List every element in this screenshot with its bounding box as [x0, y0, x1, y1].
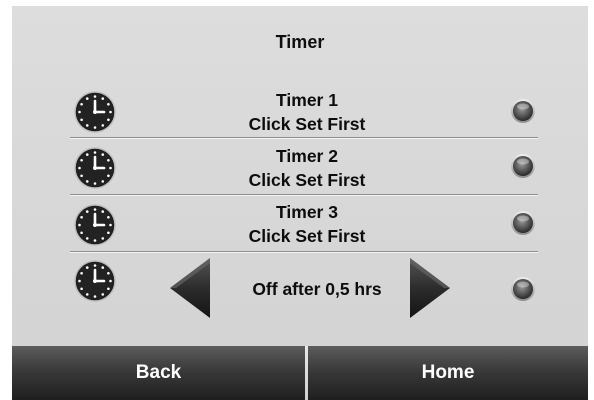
page-title: Timer	[275, 32, 325, 52]
row-divider	[70, 251, 538, 252]
row-divider	[70, 137, 538, 138]
timer-row-3[interactable]: Timer 3 Click Set First	[12, 198, 588, 254]
clock-icon	[74, 147, 116, 189]
off-timer-indicator-icon[interactable]	[510, 276, 536, 302]
clock-icon	[74, 260, 116, 302]
timer-row-1[interactable]: Timer 1 Click Set First	[12, 84, 588, 140]
timer-1-text[interactable]: Timer 1 Click Set First	[142, 88, 472, 136]
timer-1-status: Click Set First	[248, 114, 366, 134]
clock-icon	[74, 91, 116, 133]
timer-3-status: Click Set First	[248, 226, 366, 246]
timer-1-indicator-icon[interactable]	[510, 98, 536, 124]
timer-3-name: Timer 3	[276, 202, 338, 222]
timer-screen: Timer Timer 1 Click Set First Timer 2 Cl…	[12, 6, 588, 400]
timer-row-2[interactable]: Timer 2 Click Set First	[12, 141, 588, 197]
timer-2-name: Timer 2	[276, 146, 338, 166]
timer-1-name: Timer 1	[276, 90, 338, 110]
timer-3-indicator-icon[interactable]	[510, 210, 536, 236]
row-divider	[70, 194, 538, 195]
off-timer-row: Off after 0,5 hrs	[12, 255, 588, 325]
timer-3-text[interactable]: Timer 3 Click Set First	[142, 200, 472, 248]
bottom-nav: Back Home	[12, 346, 588, 400]
arrow-right-icon[interactable]	[408, 257, 452, 319]
timer-2-status: Click Set First	[248, 170, 366, 190]
timer-2-indicator-icon[interactable]	[510, 153, 536, 179]
back-button[interactable]: Back	[12, 346, 305, 400]
clock-icon	[74, 204, 116, 246]
arrow-left-icon[interactable]	[168, 257, 212, 319]
off-duration-value: Off after 0,5 hrs	[252, 279, 382, 299]
home-button[interactable]: Home	[308, 346, 588, 400]
timer-2-text[interactable]: Timer 2 Click Set First	[142, 144, 472, 192]
